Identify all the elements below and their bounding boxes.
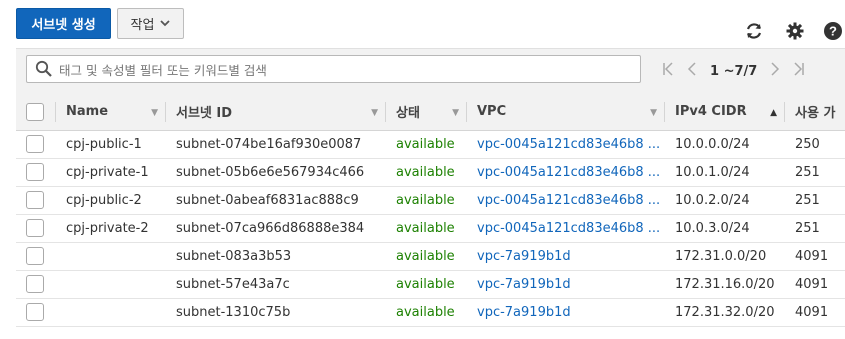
status-cell: available [386, 270, 467, 299]
table-row[interactable]: cpj-public-2 subnet-0abeaf6831ac888c9 avai… [16, 186, 845, 215]
ipv4-cidr-cell: 172.31.16.0/20 [665, 270, 785, 299]
subnet-id-cell: subnet-05b6e6e567934c466 [166, 158, 386, 187]
available-ips-cell: 4091 [785, 298, 845, 327]
column-header-available-ips[interactable]: 사용 가 [785, 94, 845, 131]
pagination: 1 ~7/7 [656, 59, 811, 83]
sort-caret-icon: ▼ [151, 108, 158, 118]
subnet-id-cell: subnet-074be16af930e0087 [166, 130, 386, 159]
subnet-id-cell: subnet-57e43a7c [166, 270, 386, 299]
filter-bar: 태그 및 속성별 필터 또는 키워드별 검색 1 ~7/7 [16, 48, 845, 95]
available-ips-cell: 250 [785, 130, 845, 159]
row-checkbox[interactable] [26, 135, 44, 153]
sort-caret-icon: ▼ [650, 108, 657, 118]
ipv4-cidr-cell: 172.31.0.0/20 [665, 242, 785, 271]
ipv4-cidr-cell: 10.0.0.0/24 [665, 130, 785, 159]
row-checkbox-cell [16, 186, 56, 215]
next-page-icon[interactable] [763, 62, 787, 80]
row-checkbox[interactable] [26, 191, 44, 209]
available-ips-cell: 4091 [785, 270, 845, 299]
row-checkbox[interactable] [26, 219, 44, 237]
subnet-name-cell [56, 242, 166, 271]
available-ips-cell: 4091 [785, 242, 845, 271]
select-all-checkbox[interactable] [26, 102, 44, 121]
row-checkbox-cell [16, 130, 56, 159]
status-cell: available [386, 158, 467, 187]
row-checkbox-cell [16, 298, 56, 327]
available-ips-cell: 251 [785, 186, 845, 215]
row-checkbox-cell [16, 158, 56, 187]
table-row[interactable]: subnet-083a3b53 available vpc-7a919b1d 172.… [16, 242, 845, 271]
vpc-link[interactable]: vpc-0045a121cd83e46b8 ... [467, 214, 665, 243]
vpc-link[interactable]: vpc-0045a121cd83e46b8 ... [467, 186, 665, 215]
subnet-name-cell: cpj-public-2 [56, 186, 166, 215]
sort-caret-icon: ▼ [371, 108, 378, 118]
sort-ascending-icon: ▲ [770, 108, 777, 118]
svg-text:?: ? [829, 24, 837, 39]
table-row[interactable]: cpj-private-1 subnet-05b6e6e567934c466 ava… [16, 158, 845, 187]
ipv4-cidr-cell: 10.0.1.0/24 [665, 158, 785, 187]
column-header-subnet-id[interactable]: 서브넷 ID ▼ [166, 94, 386, 131]
search-input[interactable]: 태그 및 속성별 필터 또는 키워드별 검색 [26, 55, 641, 83]
gear-icon[interactable] [784, 20, 806, 42]
column-header-state[interactable]: 상태 ▼ [386, 94, 467, 131]
subnet-name-cell: cpj-public-1 [56, 130, 166, 159]
actions-label: 작업 [130, 18, 155, 33]
ipv4-cidr-cell: 10.0.2.0/24 [665, 186, 785, 215]
status-cell: available [386, 298, 467, 327]
column-header-name[interactable]: Name ▼ [56, 94, 166, 131]
sort-caret-icon: ▼ [452, 108, 459, 118]
available-ips-cell: 251 [785, 214, 845, 243]
search-icon [33, 58, 55, 80]
select-all-cell [16, 94, 56, 131]
table-row[interactable]: subnet-57e43a7c available vpc-7a919b1d 172.… [16, 270, 845, 299]
row-checkbox[interactable] [26, 303, 44, 321]
subnet-id-cell: subnet-1310c75b [166, 298, 386, 327]
actions-dropdown-button[interactable]: 작업 [117, 8, 184, 39]
ipv4-cidr-cell: 172.31.32.0/20 [665, 298, 785, 327]
toolbar: 서브넷 생성 작업 ? [0, 0, 845, 48]
status-cell: available [386, 214, 467, 243]
chevron-down-icon [160, 16, 171, 31]
vpc-link[interactable]: vpc-7a919b1d [467, 298, 665, 327]
available-ips-cell: 251 [785, 158, 845, 187]
help-icon[interactable]: ? [822, 20, 844, 42]
vpc-link[interactable]: vpc-7a919b1d [467, 242, 665, 271]
row-checkbox[interactable] [26, 163, 44, 181]
ipv4-cidr-cell: 10.0.3.0/24 [665, 214, 785, 243]
table-row[interactable]: subnet-1310c75b available vpc-7a919b1d 172.… [16, 298, 845, 327]
status-cell: available [386, 242, 467, 271]
row-checkbox-cell [16, 270, 56, 299]
create-subnet-button[interactable]: 서브넷 생성 [16, 8, 111, 39]
first-page-icon[interactable] [656, 62, 680, 80]
row-checkbox-cell [16, 242, 56, 271]
vpc-link[interactable]: vpc-0045a121cd83e46b8 ... [467, 158, 665, 187]
search-placeholder: 태그 및 속성별 필터 또는 키워드별 검색 [59, 62, 267, 78]
subnet-name-cell [56, 298, 166, 327]
column-header-ipv4-cidr[interactable]: IPv4 CIDR ▲ [665, 94, 785, 131]
vpc-link[interactable]: vpc-0045a121cd83e46b8 ... [467, 130, 665, 159]
subnet-name-cell: cpj-private-2 [56, 214, 166, 243]
subnet-name-cell [56, 270, 166, 299]
status-cell: available [386, 130, 467, 159]
table-row[interactable]: cpj-private-2 subnet-07ca966d86888e384 ava… [16, 214, 845, 243]
status-cell: available [386, 186, 467, 215]
table-row[interactable]: cpj-public-1 subnet-074be16af930e0087 avai… [16, 130, 845, 159]
page-range: 1 ~7/7 [710, 63, 758, 79]
subnets-table: Name ▼ 서브넷 ID ▼ 상태 ▼ VPC ▼ IPv4 CIDR ▲ 사용 가 c… [16, 94, 845, 327]
row-checkbox-cell [16, 214, 56, 243]
row-checkbox[interactable] [26, 247, 44, 265]
subnet-id-cell: subnet-0abeaf6831ac888c9 [166, 186, 386, 215]
column-header-vpc[interactable]: VPC ▼ [467, 94, 665, 131]
table-header-row: Name ▼ 서브넷 ID ▼ 상태 ▼ VPC ▼ IPv4 CIDR ▲ 사용 가 [16, 94, 845, 131]
row-checkbox[interactable] [26, 275, 44, 293]
refresh-icon[interactable] [743, 20, 765, 42]
subnet-id-cell: subnet-07ca966d86888e384 [166, 214, 386, 243]
prev-page-icon[interactable] [680, 62, 704, 80]
last-page-icon[interactable] [787, 62, 811, 80]
vpc-link[interactable]: vpc-7a919b1d [467, 270, 665, 299]
subnet-id-cell: subnet-083a3b53 [166, 242, 386, 271]
subnet-name-cell: cpj-private-1 [56, 158, 166, 187]
